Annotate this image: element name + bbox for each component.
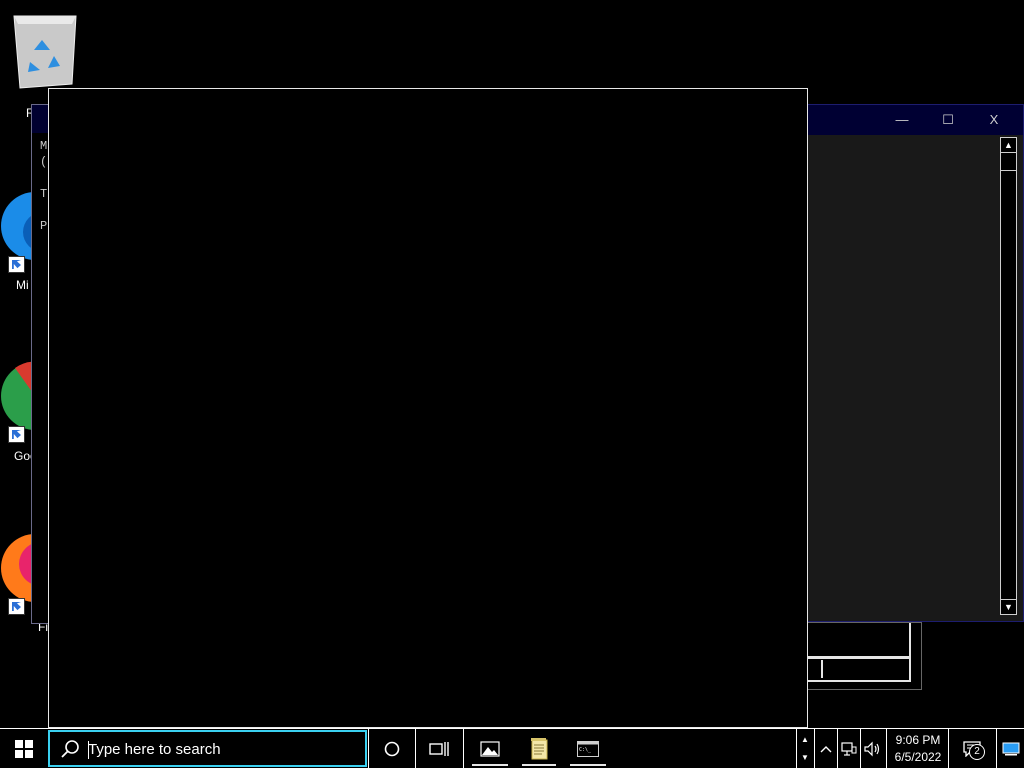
cortana-button[interactable]: [369, 729, 415, 768]
taskbar-overflow-scroll[interactable]: ▲ ▼: [797, 729, 813, 768]
taskbar: C:\_ ▲ ▼ 9:06 PM 6/5/2022: [0, 728, 1024, 768]
taskbar-app-photos[interactable]: [468, 729, 512, 768]
network-button[interactable]: [838, 729, 860, 768]
main-blank-window[interactable]: [48, 88, 808, 728]
notepad-icon: [531, 737, 548, 759]
notification-icon: 2: [963, 740, 985, 760]
taskbar-separator: [463, 729, 464, 768]
taskbar-app-notepad[interactable]: [518, 729, 560, 768]
close-button[interactable]: X: [981, 111, 1007, 129]
minimize-button[interactable]: —: [889, 111, 915, 129]
overflow-down-button[interactable]: ▼: [801, 749, 809, 767]
maximize-button[interactable]: ☐: [935, 111, 961, 129]
console-line: M: [40, 139, 48, 153]
dialog-field[interactable]: [807, 656, 911, 682]
dialog-panel: [807, 623, 911, 659]
shortcut-arrow-icon: [8, 598, 25, 615]
shortcut-arrow-icon: [8, 256, 25, 273]
scroll-thumb[interactable]: [1001, 154, 1016, 171]
task-view-button[interactable]: [416, 729, 462, 768]
console-line: (: [40, 155, 48, 169]
taskbar-separator: [948, 729, 949, 768]
overflow-up-button[interactable]: ▲: [801, 731, 809, 749]
taskbar-app-console[interactable]: C:\_: [566, 729, 610, 768]
notification-count-badge: 2: [969, 743, 985, 760]
photos-icon: [480, 740, 500, 757]
app-running-indicator: [570, 764, 606, 766]
clock-time: 9:06 PM: [895, 733, 941, 747]
scroll-up-button[interactable]: ▲: [1001, 138, 1016, 153]
taskbar-separator: [996, 729, 997, 768]
console-line: T: [40, 187, 48, 201]
app-running-indicator: [472, 764, 508, 766]
window-titlebar[interactable]: — ☐ X: [807, 105, 1023, 135]
taskbar-separator: [886, 729, 887, 768]
console-icon: C:\_: [577, 740, 599, 757]
console-window[interactable]: — ☐ X ▲ ▼: [806, 104, 1024, 622]
recycle-bin-icon: [6, 10, 84, 90]
clock-date: 6/5/2022: [894, 750, 942, 764]
cortana-circle-icon: [384, 741, 400, 756]
vertical-scrollbar[interactable]: ▲ ▼: [1000, 137, 1017, 615]
show-desktop-button[interactable]: [998, 729, 1024, 768]
svg-text:C:\_: C:\_: [579, 747, 592, 753]
windows-logo-icon: [15, 739, 33, 758]
search-input[interactable]: [88, 738, 358, 760]
scroll-down-button[interactable]: ▼: [1001, 599, 1016, 614]
desktop-preview-icon: [1002, 742, 1020, 755]
desktop-icon-recycle-bin[interactable]: R: [10, 10, 80, 120]
app-running-indicator: [522, 764, 556, 766]
desktop: R Mi Goo: [0, 0, 1024, 728]
network-icon: [841, 741, 857, 756]
task-view-icon: [429, 741, 449, 756]
console-line: P: [40, 219, 48, 233]
volume-icon: [864, 741, 880, 756]
volume-button[interactable]: [861, 729, 885, 768]
taskbar-search-box[interactable]: [48, 730, 367, 767]
start-button[interactable]: [0, 729, 48, 768]
background-dialog-fragment[interactable]: [806, 622, 922, 690]
chevron-up-icon: [820, 745, 832, 752]
action-center-button[interactable]: 2: [952, 729, 992, 768]
taskbar-clock[interactable]: 9:06 PM 6/5/2022: [888, 729, 948, 768]
shortcut-arrow-icon: [8, 426, 25, 443]
show-hidden-icons-button[interactable]: [815, 729, 837, 768]
search-icon: [61, 740, 79, 758]
desktop-icon-label: Mi: [16, 278, 29, 292]
field-divider: [821, 660, 823, 678]
